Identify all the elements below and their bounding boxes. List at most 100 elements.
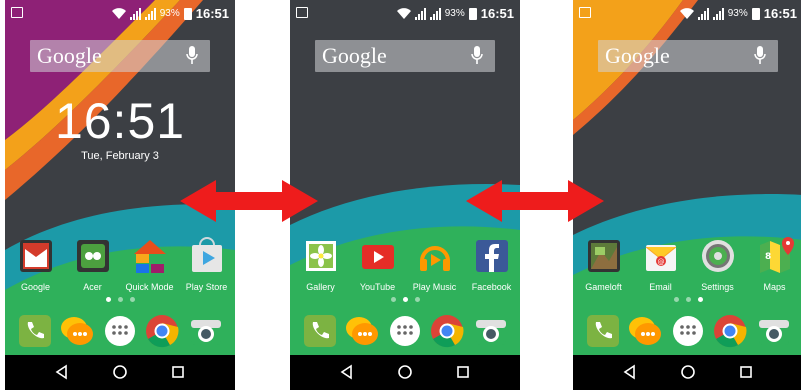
page-dot — [673, 297, 679, 302]
page-dot — [117, 297, 123, 302]
signal-icon-2 — [429, 7, 441, 20]
app-drawer-icon[interactable] — [387, 313, 423, 349]
phone-icon[interactable] — [585, 313, 621, 349]
battery-percent: 93% — [159, 8, 180, 19]
wifi-icon — [111, 7, 126, 19]
app-acer[interactable]: Acer — [64, 237, 121, 292]
app-google[interactable]: Google — [7, 237, 64, 292]
signal-icon-2 — [144, 7, 156, 20]
app-gameloft[interactable]: Gameloft — [575, 237, 632, 292]
phone-icon[interactable] — [17, 313, 53, 349]
phone-screen-3: 93% 16:51 Google Gameloft @ Email Settin… — [573, 0, 801, 390]
app-facebook[interactable]: Facebook — [463, 237, 520, 292]
back-icon[interactable] — [53, 363, 71, 381]
app-drawer-icon[interactable] — [102, 313, 138, 349]
page-dot — [390, 297, 396, 302]
google-search-bar[interactable]: Google — [315, 40, 495, 72]
wifi-icon — [679, 7, 694, 19]
google-logo: Google — [37, 43, 102, 68]
app-drawer-icon[interactable] — [670, 313, 706, 349]
youtube-icon — [361, 245, 394, 269]
app-label: Quick Mode — [125, 282, 174, 292]
signal-icon — [129, 7, 141, 20]
app-settings[interactable]: Settings — [689, 237, 746, 292]
mic-icon[interactable] — [186, 46, 198, 66]
app-label: YouTube — [359, 282, 396, 292]
play-store-icon — [191, 237, 222, 272]
google-search-bar[interactable]: Google — [30, 40, 210, 72]
app-play-music[interactable]: Play Music — [406, 237, 463, 292]
dock — [290, 313, 520, 353]
swipe-arrow-right — [466, 180, 604, 222]
nav-bar — [5, 355, 235, 390]
status-time: 16:51 — [195, 6, 229, 21]
dock — [573, 313, 801, 353]
camera-icon[interactable] — [473, 313, 509, 349]
status-time: 16:51 — [480, 6, 514, 21]
battery-icon — [468, 7, 477, 20]
battery-percent: 93% — [444, 8, 465, 19]
app-row: Gameloft @ Email Settings 8 Maps — [573, 237, 801, 297]
gallery-icon — [305, 241, 336, 271]
home-icon[interactable] — [396, 363, 414, 381]
page-dot — [685, 297, 691, 302]
page-dot — [697, 297, 703, 302]
page-dot — [414, 297, 420, 302]
lock-clock: 16:51 — [54, 93, 186, 149]
page-dot — [105, 297, 111, 302]
lock-date: Tue, February 3 — [81, 150, 159, 162]
battery-icon — [751, 7, 760, 20]
app-label: Gameloft — [585, 282, 622, 292]
app-label: Gallery — [306, 282, 335, 292]
status-time: 16:51 — [763, 6, 797, 21]
status-bar: 93% 16:51 — [573, 0, 801, 26]
gameloft-icon — [587, 240, 620, 272]
nav-bar — [290, 355, 520, 390]
app-label: Email — [649, 282, 672, 292]
app-label: Google — [20, 282, 51, 292]
chrome-icon[interactable] — [429, 313, 465, 349]
back-icon[interactable] — [338, 363, 356, 381]
nav-bar — [573, 355, 801, 390]
google-search-bar[interactable]: Google — [598, 40, 778, 72]
maps-icon: 8 — [759, 237, 794, 273]
app-youtube[interactable]: YouTube — [349, 237, 406, 292]
swipe-arrow-left — [180, 180, 318, 222]
app-play-store[interactable]: Play Store — [178, 237, 235, 292]
mic-icon[interactable] — [471, 46, 483, 66]
phone-icon[interactable] — [302, 313, 338, 349]
settings-icon — [701, 240, 734, 272]
chrome-icon[interactable] — [144, 313, 180, 349]
app-quick-mode[interactable]: Quick Mode — [121, 237, 178, 292]
camera-icon[interactable] — [756, 313, 792, 349]
svg-text:@: @ — [657, 258, 664, 266]
facebook-icon — [475, 240, 508, 272]
messaging-icon[interactable] — [344, 313, 380, 349]
status-bar: 93% 16:51 — [5, 0, 235, 26]
app-label: Acer — [83, 282, 102, 292]
messaging-icon[interactable] — [627, 313, 663, 349]
app-maps[interactable]: 8 Maps — [746, 237, 801, 292]
camera-icon[interactable] — [188, 313, 224, 349]
battery-icon — [183, 7, 192, 20]
dock — [5, 313, 235, 353]
app-gallery[interactable]: Gallery — [292, 237, 349, 292]
recents-icon[interactable] — [454, 363, 472, 381]
recents-icon[interactable] — [169, 363, 187, 381]
status-bar: 93% 16:51 — [290, 0, 520, 26]
chrome-icon[interactable] — [712, 313, 748, 349]
home-icon[interactable] — [111, 363, 129, 381]
back-icon[interactable] — [621, 363, 639, 381]
google-logo: Google — [322, 43, 387, 68]
screenshot-icon — [11, 7, 23, 18]
messaging-icon[interactable] — [59, 313, 95, 349]
signal-icon-2 — [712, 7, 724, 20]
app-email[interactable]: @ Email — [632, 237, 689, 292]
signal-icon — [697, 7, 709, 20]
home-icon[interactable] — [679, 363, 697, 381]
page-dot — [402, 297, 408, 302]
svg-text:8: 8 — [765, 252, 771, 262]
mic-icon[interactable] — [754, 46, 766, 66]
page-dot — [129, 297, 135, 302]
recents-icon[interactable] — [737, 363, 755, 381]
